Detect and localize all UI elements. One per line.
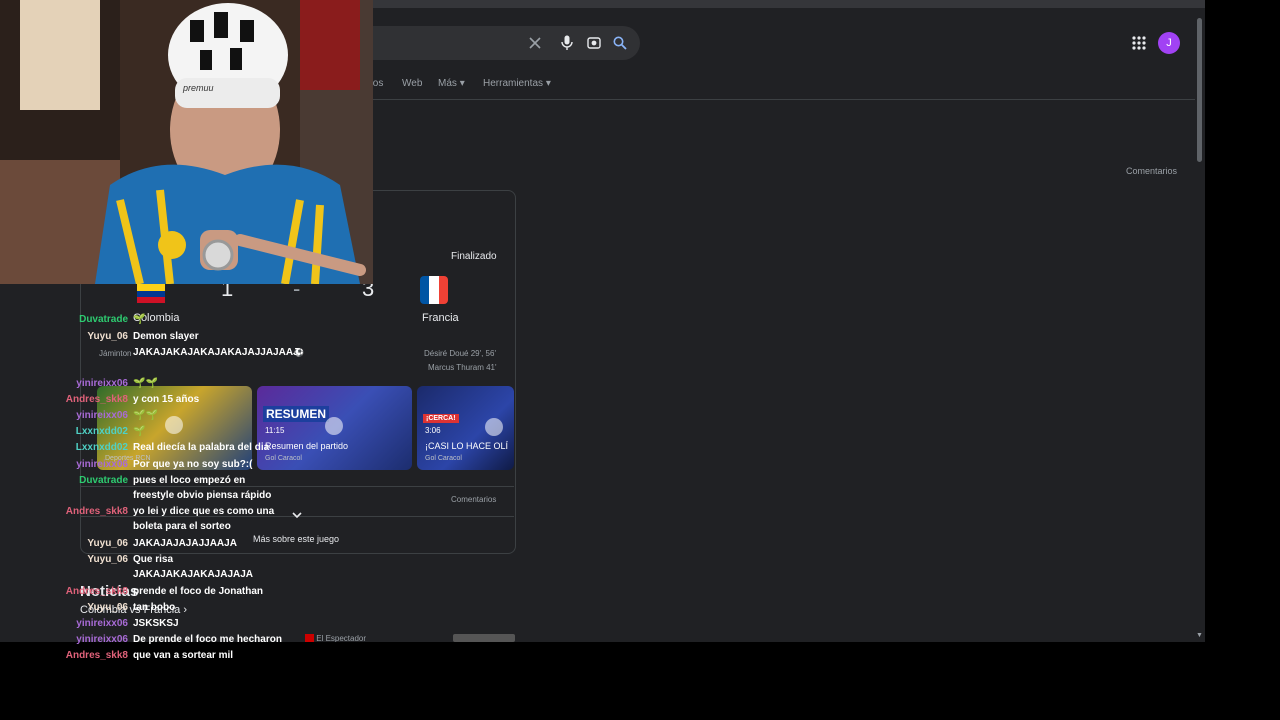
video-source: Gol Caracol [425, 455, 462, 462]
france-flag-icon [420, 276, 448, 304]
chat-text: y con 15 años [133, 394, 200, 405]
tab-tools[interactable]: Herramientas ▾ [483, 78, 551, 89]
apps-grid-icon[interactable] [1131, 35, 1147, 51]
tab-more-label: Más [438, 78, 457, 89]
chat-text: Demon slayer [133, 331, 199, 342]
chat-username[interactable]: Duvatrade [50, 312, 128, 327]
chat-text: De prende el foco me hecharon [133, 634, 282, 645]
chat-username[interactable]: Yuyu_06 [50, 600, 128, 615]
chat-username[interactable]: Yuyu_06 [50, 329, 128, 344]
video-thumbnail[interactable]: ¡CERCA! 3:06 ¡CASI LO HACE OLÍ Gol Carac… [417, 386, 514, 470]
chat-text: 🌱🌱 [133, 410, 158, 421]
chat-username[interactable]: yinireixx06 [50, 376, 128, 391]
chat-text: 🌱🌱 [133, 378, 158, 389]
hat-logo-text: premuu [183, 83, 214, 93]
webcam-overlay: premuu [0, 0, 373, 284]
chat-username[interactable]: yinireixx06 [50, 632, 128, 647]
news-source: El Espectador [316, 634, 367, 642]
chat-username[interactable]: yinireixx06 [50, 408, 128, 423]
card-comments-link[interactable]: Comentarios [451, 495, 496, 504]
source-logo-icon [305, 634, 314, 642]
video-banner: ¡CERCA! [423, 414, 459, 423]
lens-icon[interactable] [585, 34, 603, 52]
chat-text: JAKAJAJAJAJJAAJA [133, 538, 237, 549]
chat-text: pues el loco empezó en freestyle obvio p… [133, 475, 272, 501]
tab-more[interactable]: Más ▾ [438, 78, 465, 89]
match-status: Finalizado [451, 251, 497, 262]
chat-text: 🌱 [133, 426, 146, 437]
home-scorer: Jáminton [99, 349, 132, 358]
chat-text: Real diecía la palabra del dia [133, 442, 270, 453]
scrollbar-thumb[interactable] [1197, 18, 1202, 162]
chat-text: JSKSKSJ [133, 618, 179, 629]
account-avatar[interactable]: J [1158, 32, 1180, 54]
comments-link-top[interactable]: Comentarios [1126, 166, 1177, 176]
chat-username[interactable]: yinireixx06 [50, 616, 128, 631]
chat-text: 🌱 [133, 314, 146, 325]
expand-chevron-icon[interactable] [292, 511, 302, 522]
microphone-icon[interactable] [558, 34, 576, 52]
scroll-down-icon[interactable]: ▼ [1196, 632, 1203, 639]
video-duration: 3:06 [425, 426, 441, 435]
chat-text: Por que ya no soy sub?:( [133, 459, 253, 470]
chat-text: Que risa JAKAJAKAJAKAJAJAJA [133, 554, 254, 580]
chat-username[interactable]: Lxxnxdd02 [50, 440, 128, 455]
clear-icon[interactable] [526, 34, 544, 52]
chevron-down-icon: ▾ [545, 78, 551, 89]
chat-username[interactable]: Yuyu_06 [50, 536, 128, 551]
chat-username[interactable]: Andres_skk8 [50, 392, 128, 407]
chat-text: JAKAJAKAJAKAJAKAJAJJAJAAJ [133, 347, 299, 358]
video-title: ¡CASI LO HACE OLÍ [425, 441, 509, 451]
away-team-name: Francia [422, 312, 459, 324]
play-icon [485, 418, 503, 436]
chat-username[interactable]: Lxxnxdd02 [50, 424, 128, 439]
chat-username[interactable]: Andres_skk8 [50, 504, 128, 519]
chat-username[interactable]: Yuyu_06 [50, 552, 128, 567]
chat-username[interactable]: Andres_skk8 [50, 584, 128, 599]
tab-web[interactable]: Web [402, 78, 422, 89]
news-source-row[interactable]: El Espectador [305, 634, 366, 642]
play-icon [325, 417, 343, 435]
chevron-down-icon: ▾ [459, 78, 465, 89]
away-scorer-2: Marcus Thuram 41' [428, 363, 497, 372]
tab-tools-label: Herramientas [483, 78, 544, 89]
chat-text: tan bobo [133, 602, 176, 613]
chat-username[interactable]: Andres_skk8 [50, 648, 128, 663]
chat-text: prende el foco de Jonathan [133, 586, 264, 597]
news-thumbnail[interactable] [453, 634, 515, 642]
chat-text: que van a sortear mil [133, 650, 234, 661]
search-icon[interactable] [611, 34, 629, 52]
chat-text: yo lei y dice que es como una boleta par… [133, 506, 275, 532]
away-scorer-1: Désiré Doué 29', 56' [424, 349, 496, 358]
chat-username[interactable]: Duvatrade [50, 473, 128, 488]
chat-username[interactable]: yinireixx06 [50, 457, 128, 472]
